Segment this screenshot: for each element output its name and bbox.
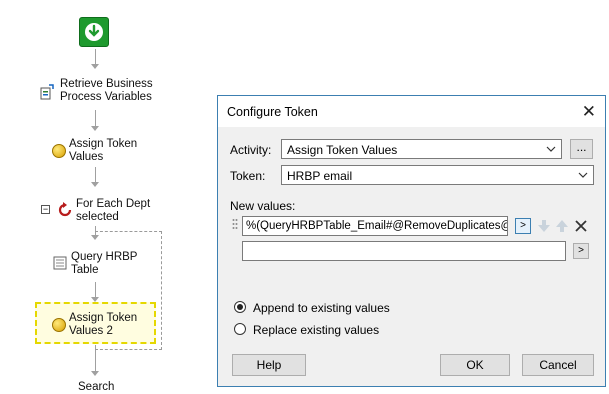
cancel-button[interactable]: Cancel	[522, 354, 594, 376]
node-for-each-dept[interactable]: For Each Dept selected	[76, 198, 156, 224]
connector	[95, 49, 96, 65]
ok-button[interactable]: OK	[440, 354, 510, 376]
query-icon	[53, 256, 67, 270]
start-node[interactable]	[79, 17, 109, 47]
connector-arrow	[91, 371, 99, 376]
browse-activity-button[interactable]: ...	[570, 139, 593, 159]
insert-field-button-2[interactable]: >	[573, 243, 589, 259]
replace-radio[interactable]	[234, 323, 246, 335]
dialog-titlebar[interactable]: Configure Token ✕	[218, 96, 605, 127]
connector	[95, 167, 96, 183]
variables-icon	[40, 84, 54, 100]
node-query-hrbp-table[interactable]: Query HRBP Table	[71, 251, 141, 277]
connector-arrow	[91, 182, 99, 187]
replace-radio-label[interactable]: Replace existing values	[253, 323, 379, 337]
connector-arrow	[91, 64, 99, 69]
append-radio[interactable]	[234, 301, 246, 313]
radio-selected-dot	[237, 304, 243, 310]
close-icon[interactable]: ✕	[582, 102, 596, 122]
collapse-icon[interactable]: −	[41, 205, 50, 214]
new-values-label: New values:	[230, 199, 296, 213]
node-retrieve-variables[interactable]: Retrieve Business Process Variables	[60, 78, 170, 104]
move-up-icon[interactable]	[555, 219, 569, 233]
dialog-title: Configure Token	[227, 105, 318, 119]
loop-icon	[57, 202, 73, 218]
move-down-icon[interactable]	[537, 219, 551, 233]
value-1-text: %(QueryHRBPTable_Email#@RemoveDuplicates…	[246, 220, 508, 232]
node-search[interactable]: Search	[78, 381, 138, 394]
drag-handle-icon[interactable]	[232, 218, 238, 232]
node-assign-token-values-2[interactable]: Assign Token Values 2	[69, 312, 154, 338]
delete-value-icon[interactable]	[574, 219, 588, 233]
value-2-input[interactable]	[242, 241, 566, 261]
coin-icon	[52, 144, 66, 158]
down-arrow-icon	[85, 23, 103, 41]
activity-value: Assign Token Values	[287, 143, 398, 157]
coin-icon	[52, 318, 66, 332]
insert-field-button[interactable]: >	[515, 218, 531, 234]
token-select[interactable]: HRBP email	[281, 165, 594, 185]
activity-select[interactable]: Assign Token Values	[281, 139, 562, 159]
activity-label: Activity:	[230, 143, 272, 157]
append-radio-label[interactable]: Append to existing values	[253, 301, 390, 315]
connector	[95, 110, 96, 127]
value-1-input[interactable]: %(QueryHRBPTable_Email#@RemoveDuplicates…	[242, 216, 508, 236]
help-button[interactable]: Help	[232, 354, 306, 376]
token-label: Token:	[230, 169, 266, 183]
connector-arrow	[91, 126, 99, 131]
chevron-down-icon	[546, 141, 556, 160]
configure-token-dialog: Configure Token ✕ Activity: Assign Token…	[217, 95, 606, 387]
node-assign-token-values[interactable]: Assign Token Values	[69, 138, 149, 164]
chevron-down-icon	[578, 167, 588, 186]
token-value: HRBP email	[287, 169, 353, 183]
